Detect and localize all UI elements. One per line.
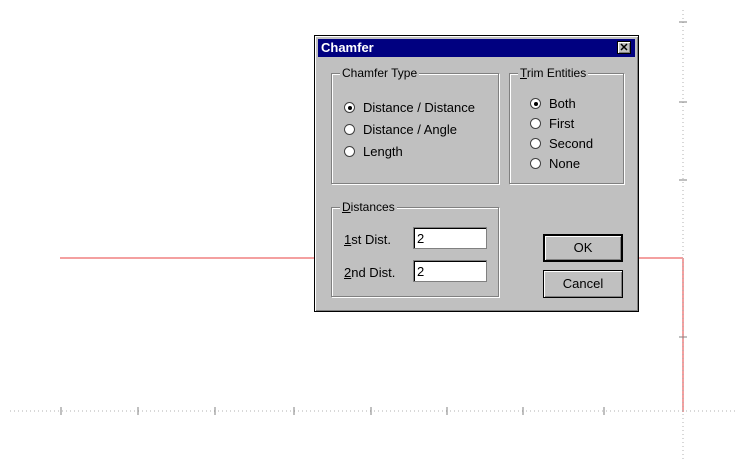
dialog-title: Chamfer [321, 40, 374, 55]
radio-label: Second [549, 136, 594, 151]
second-dist-input[interactable] [413, 260, 487, 282]
distances-group: Distances 1st Dist. 2nd Dist. [331, 200, 499, 297]
trim-entities-label: Trim Entities [518, 66, 589, 80]
radio-second[interactable]: Second [530, 136, 593, 151]
radio-label: First [549, 116, 575, 131]
close-icon[interactable]: ✕ [617, 41, 631, 54]
radio-none[interactable]: None [530, 156, 580, 171]
radio-button-icon[interactable] [344, 102, 355, 113]
dialog-title-bar: Chamfer ✕ [318, 39, 635, 57]
chamfer-dialog: Chamfer ✕ Chamfer Type Distance / Distan… [314, 35, 639, 312]
radio-label: None [549, 156, 581, 171]
radio-button-icon[interactable] [530, 138, 541, 149]
ok-button[interactable]: OK [543, 234, 623, 262]
radio-button-icon[interactable] [530, 98, 541, 109]
chamfer-type-group: Chamfer Type Distance / Distance Distanc… [331, 66, 499, 184]
radio-label: Distance / Distance [363, 100, 475, 115]
first-dist-input[interactable] [413, 227, 487, 249]
cancel-button[interactable]: Cancel [543, 270, 623, 298]
distances-label: Distances [340, 200, 397, 214]
first-dist-label: 1st Dist. [344, 232, 391, 247]
second-dist-label: 2nd Dist. [344, 265, 396, 280]
chamfer-type-label: Chamfer Type [340, 66, 420, 80]
radio-both[interactable]: Both [530, 96, 576, 111]
radio-distance-angle[interactable]: Distance / Angle [344, 122, 457, 137]
radio-distance-distance[interactable]: Distance / Distance [344, 100, 475, 115]
radio-label: Both [549, 96, 576, 111]
radio-button-icon[interactable] [530, 158, 541, 169]
radio-length[interactable]: Length [344, 144, 403, 159]
radio-label: Distance / Angle [363, 122, 457, 137]
radio-button-icon[interactable] [344, 124, 355, 135]
radio-label: Length [363, 144, 403, 159]
trim-entities-group: Trim Entities Both First Second None [509, 66, 624, 184]
radio-button-icon[interactable] [344, 146, 355, 157]
radio-button-icon[interactable] [530, 118, 541, 129]
radio-first[interactable]: First [530, 116, 574, 131]
